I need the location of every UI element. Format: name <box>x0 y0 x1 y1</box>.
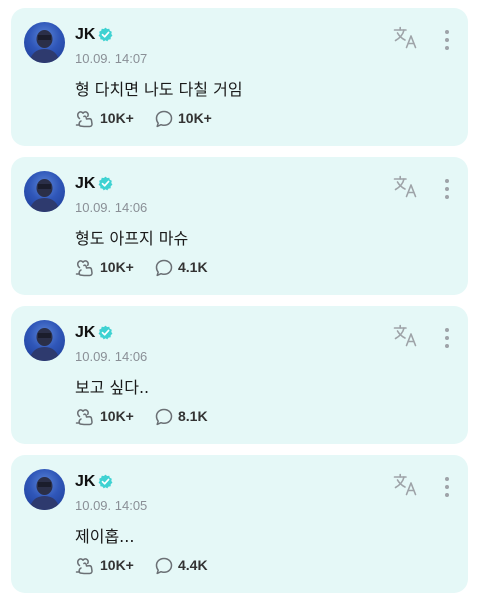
translate-icon[interactable] <box>393 26 419 50</box>
like-count: 10K+ <box>100 557 134 573</box>
post-timestamp: 10.09. 14:06 <box>75 200 148 215</box>
avatar[interactable] <box>24 469 65 510</box>
post-card[interactable]: JK 10.09. 14:06 형도 아프지 마슈 10K+ 4.1K <box>11 157 468 295</box>
comment-icon[interactable] <box>154 109 174 129</box>
comment-icon[interactable] <box>154 258 174 278</box>
avatar[interactable] <box>24 171 65 212</box>
more-vertical-icon[interactable] <box>437 475 457 501</box>
post-text: 형도 아프지 마슈 <box>75 229 189 248</box>
like-icon[interactable] <box>75 556 95 576</box>
comment-count: 8.1K <box>178 408 208 424</box>
author-name[interactable]: JK <box>75 324 95 342</box>
post-text: 제이홉... <box>75 527 135 546</box>
avatar[interactable] <box>24 22 65 63</box>
comment-icon[interactable] <box>154 556 174 576</box>
like-count: 10K+ <box>100 110 134 126</box>
verified-badge-icon <box>98 27 113 42</box>
like-icon[interactable] <box>75 109 95 129</box>
more-vertical-icon[interactable] <box>437 177 457 203</box>
post-timestamp: 10.09. 14:05 <box>75 498 148 513</box>
translate-icon[interactable] <box>393 175 419 199</box>
avatar[interactable] <box>24 320 65 361</box>
post-card[interactable]: JK 10.09. 14:06 보고 싶다.. 10K+ 8.1K <box>11 306 468 444</box>
verified-badge-icon <box>98 176 113 191</box>
more-vertical-icon[interactable] <box>437 326 457 352</box>
post-card[interactable]: JK 10.09. 14:07 형 다치면 나도 다칠 거임 10K+ 10K+ <box>11 8 468 146</box>
author-name[interactable]: JK <box>75 175 95 193</box>
author-name[interactable]: JK <box>75 26 95 44</box>
comment-count: 4.1K <box>178 259 208 275</box>
more-vertical-icon[interactable] <box>437 28 457 54</box>
comment-count: 4.4K <box>178 557 208 573</box>
like-icon[interactable] <box>75 258 95 278</box>
verified-badge-icon <box>98 474 113 489</box>
post-timestamp: 10.09. 14:06 <box>75 349 148 364</box>
author-name[interactable]: JK <box>75 473 95 491</box>
post-text: 형 다치면 나도 다칠 거임 <box>75 80 243 99</box>
like-icon[interactable] <box>75 407 95 427</box>
like-count: 10K+ <box>100 408 134 424</box>
post-card[interactable]: JK 10.09. 14:05 제이홉... 10K+ 4.4K <box>11 455 468 593</box>
comment-icon[interactable] <box>154 407 174 427</box>
post-timestamp: 10.09. 14:07 <box>75 51 148 66</box>
post-feed: JK 10.09. 14:07 형 다치면 나도 다칠 거임 10K+ 10K+… <box>0 0 480 598</box>
verified-badge-icon <box>98 325 113 340</box>
post-text: 보고 싶다.. <box>75 378 150 397</box>
translate-icon[interactable] <box>393 324 419 348</box>
translate-icon[interactable] <box>393 473 419 497</box>
comment-count: 10K+ <box>178 110 212 126</box>
like-count: 10K+ <box>100 259 134 275</box>
